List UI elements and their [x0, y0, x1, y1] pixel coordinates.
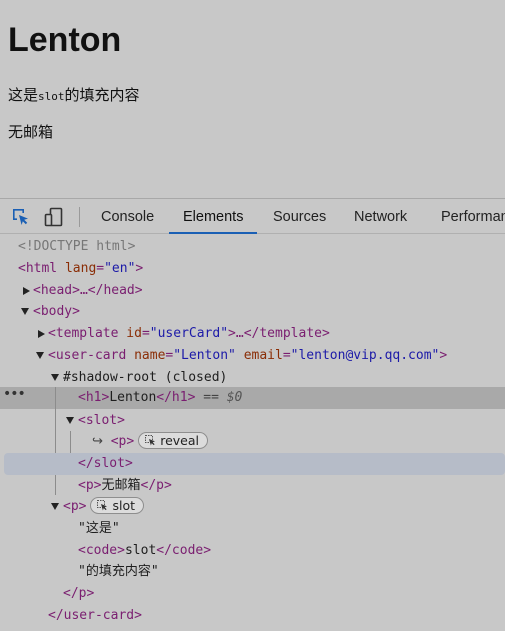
p-close-node: </p>: [63, 586, 95, 601]
rendered-page: Lenton 这是slot的填充内容 无邮箱: [0, 0, 505, 198]
device-toolbar-icon[interactable]: [44, 207, 64, 227]
p-slotted-node: <p> slot: [63, 496, 145, 518]
tree-row-slotted-p[interactable]: ↪ <p> reveal: [0, 431, 505, 453]
slot-content-line: 这是slot的填充内容: [8, 84, 140, 108]
text-node-2: "的填充内容": [78, 564, 159, 579]
expand-triangle-icon[interactable]: [23, 287, 30, 295]
text-node-1: "这是": [78, 521, 120, 536]
tree-row-slot-close[interactable]: </slot>: [4, 453, 505, 475]
tree-row-user-card-close[interactable]: </user-card>: [0, 605, 505, 627]
code-node: <code>slot</code>: [78, 543, 212, 558]
slot-content-suffix: 的填充内容: [64, 86, 140, 104]
collapse-triangle-icon[interactable]: [51, 374, 59, 381]
collapse-triangle-icon[interactable]: [36, 352, 44, 359]
tree-row-text-2[interactable]: "的填充内容": [0, 561, 505, 583]
collapse-triangle-icon[interactable]: [51, 503, 59, 510]
slot-node: <slot>: [78, 413, 125, 428]
tab-sources[interactable]: Sources: [273, 199, 326, 233]
slot-content-code: slot: [38, 90, 65, 103]
slot-link-button[interactable]: slot: [90, 497, 145, 514]
tree-row-code[interactable]: <code>slot</code>: [0, 540, 505, 562]
reveal-icon: [145, 435, 156, 446]
slotted-arrow-icon: ↪: [92, 434, 103, 449]
template-node: <template id="userCard">…</template>: [48, 326, 330, 341]
shadow-root-node: #shadow-root (closed): [63, 370, 228, 385]
tree-row-p-slotted[interactable]: <p> slot: [0, 496, 505, 518]
tab-network[interactable]: Network: [354, 199, 407, 233]
slot-close-node: </slot>: [78, 456, 133, 471]
tree-row-head[interactable]: <head>…</head>: [0, 280, 505, 302]
tree-row-html[interactable]: <html lang="en">: [0, 258, 505, 280]
tree-row-p-email[interactable]: <p>无邮箱</p>: [0, 475, 505, 497]
toolbar-divider: [79, 207, 80, 227]
doctype-node: <!DOCTYPE html>: [18, 239, 136, 254]
tree-row-template[interactable]: <template id="userCard">…</template>: [0, 323, 505, 345]
elements-tree: <!DOCTYPE html> <html lang="en"> <head>……: [0, 235, 505, 631]
page-heading: Lenton: [8, 21, 122, 59]
head-node: <head>…</head>: [33, 283, 143, 298]
reveal-button[interactable]: reveal: [138, 432, 208, 449]
tree-row-h1-selected[interactable]: ••• <h1>Lenton</h1> == $0: [0, 386, 505, 409]
collapse-triangle-icon[interactable]: [66, 417, 74, 424]
reveal-icon: [97, 500, 108, 511]
inspect-element-icon[interactable]: [11, 207, 31, 227]
devtools-toolbar: Console Elements Sources Network Perform…: [0, 198, 505, 234]
p-email-node: <p>无邮箱</p>: [78, 478, 172, 493]
collapse-triangle-icon[interactable]: [21, 308, 29, 315]
tree-row-p-close[interactable]: </p>: [0, 583, 505, 605]
html-node: <html lang="en">: [18, 261, 144, 276]
slot-content-prefix: 这是: [8, 86, 39, 104]
body-node: <body>: [33, 304, 80, 319]
tree-row-slot[interactable]: <slot>: [0, 410, 505, 432]
slotted-p-node: ↪ <p> reveal: [92, 431, 208, 453]
more-options-icon[interactable]: •••: [3, 383, 26, 405]
tree-row-shadow-root[interactable]: #shadow-root (closed): [0, 367, 505, 389]
tab-performance[interactable]: Performan: [441, 199, 505, 233]
user-card-node: <user-card name="Lenton" email="lenton@v…: [48, 348, 448, 363]
no-email-line: 无邮箱: [8, 123, 54, 141]
h1-node: <h1>Lenton</h1> == $0: [78, 390, 243, 405]
tree-row-body[interactable]: <body>: [0, 301, 505, 323]
tab-elements[interactable]: Elements: [168, 199, 259, 234]
expand-triangle-icon[interactable]: [38, 330, 45, 338]
tab-console[interactable]: Console: [101, 199, 154, 233]
row-guide: [55, 387, 56, 409]
user-card-close-node: </user-card>: [48, 608, 142, 623]
tree-row-doctype[interactable]: <!DOCTYPE html>: [0, 236, 505, 258]
tree-row-user-card[interactable]: <user-card name="Lenton" email="lenton@v…: [0, 345, 505, 367]
tree-row-text-1[interactable]: "这是": [0, 518, 505, 540]
